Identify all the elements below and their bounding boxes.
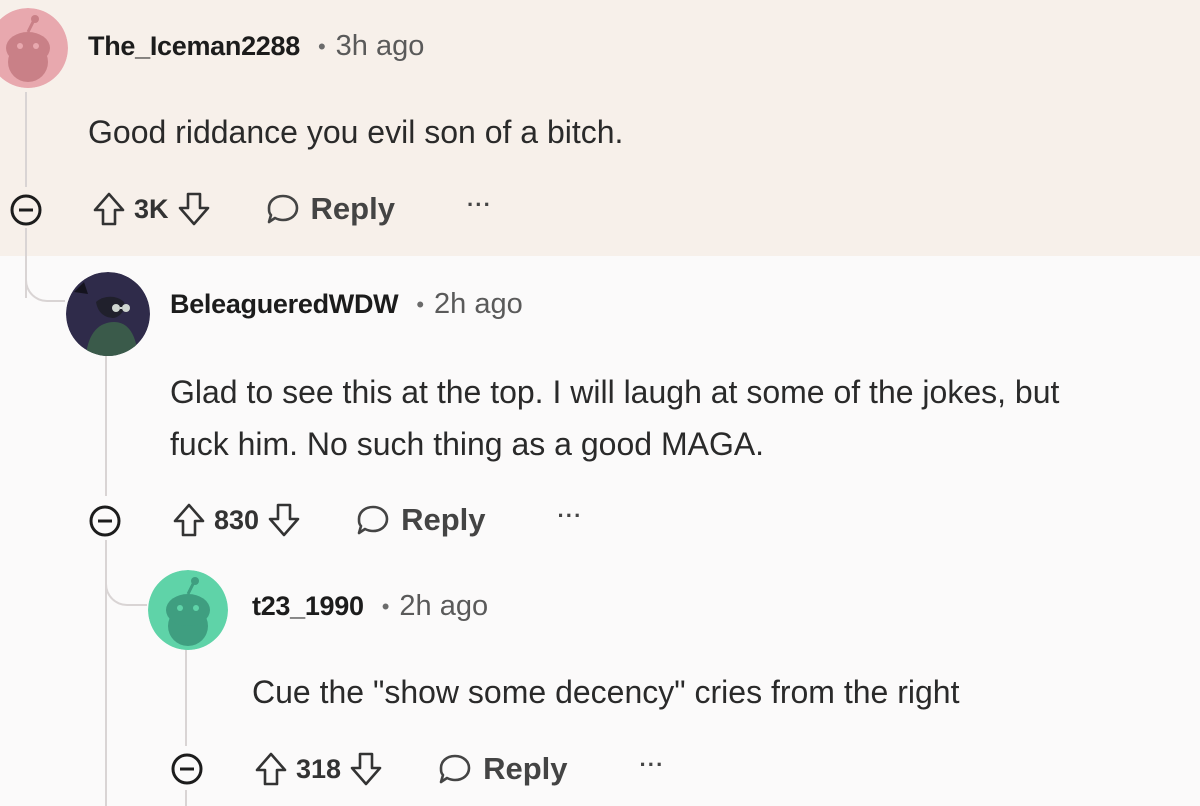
avatar[interactable] (66, 272, 150, 356)
upvote-button[interactable] (254, 751, 288, 787)
reply-label: Reply (483, 751, 568, 786)
collapse-thread-button[interactable] (88, 504, 122, 538)
separator-dot: • (416, 291, 425, 317)
comment-actions: 318 Reply ··· (254, 746, 664, 792)
comment-meta: BeleagueredWDW • 2h ago (170, 288, 523, 321)
downvote-arrow-icon (268, 503, 300, 537)
downvote-button[interactable] (267, 502, 301, 538)
comment-body: Good riddance you evil son of a bitch. (88, 106, 623, 158)
vote-score: 318 (296, 753, 342, 784)
username[interactable]: BeleagueredWDW (170, 289, 399, 320)
comment-body-line: fuck him. No such thing as a good MAGA. (170, 426, 765, 462)
timestamp[interactable]: 3h ago (336, 30, 425, 63)
thread-line-3[interactable] (185, 646, 187, 746)
collapse-icon (10, 194, 42, 226)
username[interactable]: t23_1990 (252, 591, 364, 622)
separator-dot: • (317, 33, 326, 59)
upvote-button[interactable] (92, 191, 126, 227)
comment-meta: t23_1990 • 2h ago (252, 590, 488, 623)
collapse-thread-button[interactable] (170, 752, 204, 786)
comment-bubble-icon (265, 191, 301, 227)
more-options-button[interactable]: ··· (467, 192, 492, 218)
comment-body: Glad to see this at the top. I will laug… (170, 366, 1059, 470)
thread-line-3-lower[interactable] (185, 790, 187, 806)
timestamp[interactable]: 2h ago (434, 288, 523, 321)
thread-line-1[interactable] (25, 92, 27, 187)
more-options-button[interactable]: ··· (557, 503, 582, 529)
comment-bubble-icon (437, 751, 473, 787)
comment-thread: The_Iceman2288 • 3h ago Good riddance yo… (0, 0, 1200, 806)
downvote-button[interactable] (177, 191, 211, 227)
downvote-button[interactable] (349, 751, 383, 787)
thread-elbow-2 (105, 560, 147, 606)
thread-elbow-1 (25, 250, 65, 302)
downvote-arrow-icon (178, 192, 209, 226)
username[interactable]: The_Iceman2288 (88, 31, 300, 62)
downvote-arrow-icon (350, 752, 382, 786)
upvote-arrow-icon (93, 192, 125, 226)
collapse-icon (89, 505, 121, 537)
timestamp[interactable]: 2h ago (399, 590, 488, 623)
reply-label: Reply (401, 502, 486, 537)
reply-button[interactable]: Reply (265, 191, 395, 227)
comment-actions: 830 Reply ··· (172, 497, 582, 543)
avatar[interactable] (148, 570, 228, 650)
vote-score: 3K (134, 193, 169, 224)
comment-bubble-icon (355, 502, 391, 538)
upvote-arrow-icon (255, 752, 287, 786)
reply-button[interactable]: Reply (437, 751, 567, 787)
comment-body-line: Cue the "show some decency" cries from t… (252, 674, 960, 710)
comment-meta: The_Iceman2288 • 3h ago (88, 30, 424, 63)
comment-actions: 3K Reply ··· (92, 186, 492, 232)
snoo-avatar-icon (148, 570, 228, 650)
more-options-button[interactable]: ··· (639, 752, 664, 778)
collapse-thread-button[interactable] (9, 193, 43, 227)
separator-dot: • (381, 593, 390, 619)
profile-avatar-icon (66, 272, 150, 356)
comment-body: Cue the "show some decency" cries from t… (252, 666, 959, 718)
reply-button[interactable]: Reply (355, 502, 485, 538)
collapse-icon (171, 753, 203, 785)
thread-line-2[interactable] (105, 356, 107, 496)
comment-body-line: Good riddance you evil son of a bitch. (88, 114, 624, 150)
reply-label: Reply (310, 191, 395, 226)
comment-body-line: Glad to see this at the top. I will laug… (170, 374, 1060, 410)
upvote-button[interactable] (172, 502, 206, 538)
vote-score: 830 (214, 504, 260, 535)
upvote-arrow-icon (173, 503, 205, 537)
